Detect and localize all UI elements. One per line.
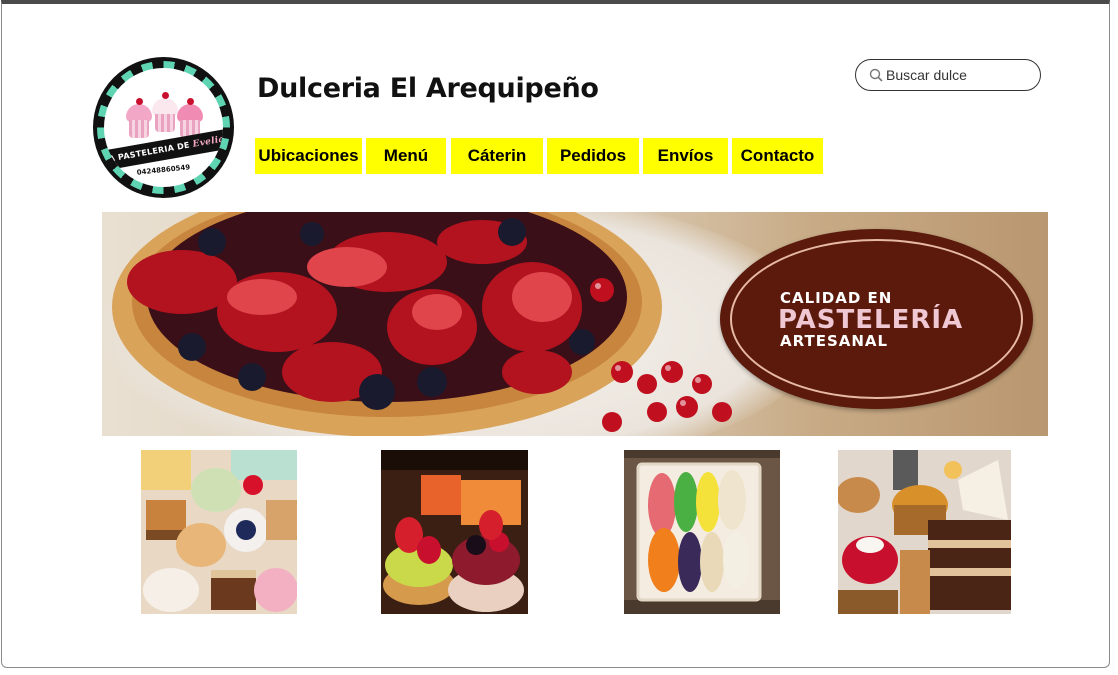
thumbnail-assorted-pastries[interactable] xyxy=(141,450,297,614)
thumbnail-macarons[interactable] xyxy=(624,450,780,614)
nav-item-pedidos[interactable]: Pedidos xyxy=(547,138,639,174)
thumbnail-cake-slices[interactable] xyxy=(838,450,1011,614)
search-input[interactable] xyxy=(886,65,1031,85)
search-icon xyxy=(869,68,883,82)
cupcake-icon xyxy=(126,98,152,138)
fruit-tarts-image xyxy=(381,450,528,614)
nav-item-ubicaciones[interactable]: Ubicaciones xyxy=(255,138,362,174)
logo-inner: LA PASTELERIA DE Evelia 04248860549 xyxy=(104,68,223,187)
site-title: Dulceria El Arequipeño xyxy=(257,73,599,104)
cupcake-icon xyxy=(152,92,178,132)
cake-slices-image xyxy=(838,450,1011,614)
bakery-logo[interactable]: LA PASTELERIA DE Evelia 04248860549 xyxy=(93,57,234,198)
search-box[interactable] xyxy=(855,59,1041,91)
nav-item-contacto[interactable]: Contacto xyxy=(732,138,823,174)
hero-banner: CALIDAD EN PASTELERÍA ARTESANAL xyxy=(102,212,1048,436)
assorted-pastries-image xyxy=(141,450,297,614)
nav-item-envios[interactable]: Envíos xyxy=(643,138,728,174)
nav-item-caterin[interactable]: Cáterin xyxy=(451,138,543,174)
macarons-box-image xyxy=(624,450,780,614)
thumbnail-fruit-tarts[interactable] xyxy=(381,450,528,614)
nav-item-menu[interactable]: Menú xyxy=(366,138,446,174)
hero-badge-line3: ARTESANAL xyxy=(780,332,889,350)
hero-badge: CALIDAD EN PASTELERÍA ARTESANAL xyxy=(720,229,1033,409)
hero-badge-line2: PASTELERÍA xyxy=(778,305,964,335)
